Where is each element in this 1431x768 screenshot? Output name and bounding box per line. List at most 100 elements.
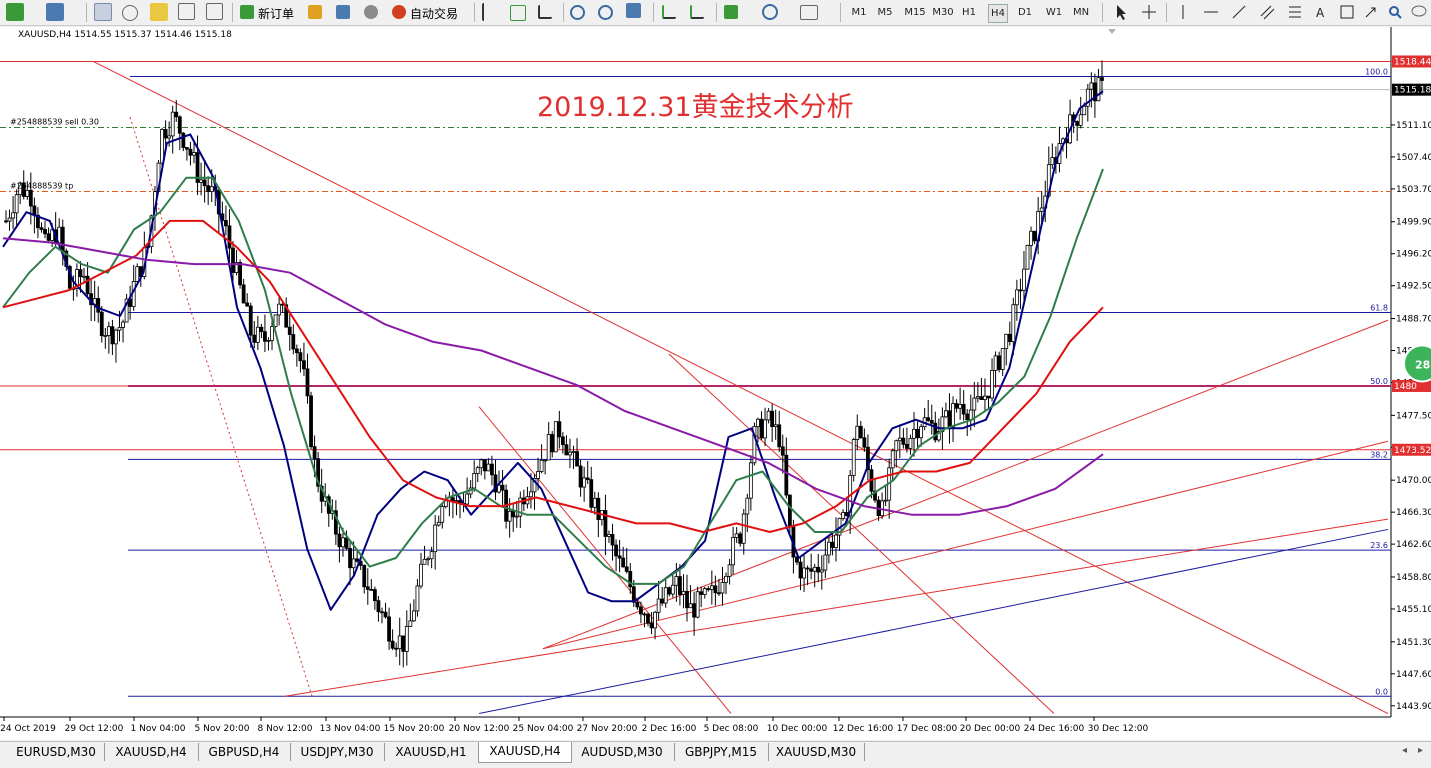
y-axis-label: 1511.10 bbox=[1396, 121, 1431, 131]
candle-body bbox=[270, 326, 274, 341]
chat-icon[interactable] bbox=[1410, 3, 1428, 21]
crosshair-move-icon[interactable] bbox=[122, 5, 138, 21]
metaeditor-icon[interactable] bbox=[336, 5, 350, 19]
new-chart-icon[interactable] bbox=[6, 3, 24, 21]
autoscroll-icon[interactable] bbox=[690, 5, 704, 19]
chart-tab-xauusd-h1[interactable]: XAUUSD,H1 bbox=[384, 743, 479, 761]
candle-body bbox=[429, 551, 434, 560]
chart-tab-usdjpy-m30[interactable]: USDJPY,M30 bbox=[290, 743, 385, 761]
candle-body bbox=[834, 534, 838, 548]
candle-body bbox=[514, 515, 519, 518]
profiles-icon[interactable] bbox=[46, 3, 64, 21]
vertical-line-icon[interactable] bbox=[1174, 3, 1192, 21]
text-tool-icon[interactable]: A bbox=[1312, 3, 1330, 21]
cursor-icon[interactable] bbox=[1112, 3, 1130, 21]
favorites-icon[interactable] bbox=[150, 3, 168, 21]
timeframe-mn-button[interactable]: MN bbox=[1072, 4, 1090, 21]
fib-level-label: 100.0 bbox=[1365, 68, 1388, 77]
candle-body bbox=[777, 424, 782, 448]
bar-chart-icon[interactable] bbox=[482, 3, 496, 21]
x-axis-label: 1 Nov 04:00 bbox=[131, 724, 186, 734]
candle-body bbox=[709, 585, 714, 590]
y-axis-label: 1507.40 bbox=[1396, 153, 1431, 163]
fibonacci-icon[interactable] bbox=[1286, 3, 1304, 21]
market-watch-icon[interactable] bbox=[94, 3, 112, 21]
candle-body bbox=[681, 590, 686, 595]
indicators-icon[interactable] bbox=[724, 5, 738, 19]
candle-body bbox=[607, 534, 611, 537]
candle-body bbox=[731, 537, 736, 566]
candle-body bbox=[1004, 333, 1009, 350]
auto-trade-button[interactable]: 自动交易 bbox=[410, 5, 458, 22]
candle-body bbox=[780, 446, 785, 456]
candle-body bbox=[621, 557, 626, 568]
candle-body bbox=[294, 348, 299, 354]
candle-body bbox=[589, 479, 594, 508]
expert-icon[interactable] bbox=[308, 5, 322, 19]
channel-icon[interactable] bbox=[1258, 3, 1276, 21]
candle-body bbox=[287, 326, 292, 335]
arrow-icon[interactable] bbox=[1362, 3, 1380, 21]
tab-scroll-left-icon[interactable]: ◂ bbox=[1402, 745, 1407, 756]
chart-tab-xauusd-h4[interactable]: XAUUSD,H4 bbox=[478, 742, 572, 763]
zoom-in-icon[interactable] bbox=[570, 5, 585, 20]
timeframe-m30-button[interactable]: M30 bbox=[932, 4, 954, 21]
candle-body bbox=[394, 647, 399, 650]
tab-scroll-right-icon[interactable]: ▸ bbox=[1418, 745, 1423, 756]
line-chart-icon[interactable] bbox=[538, 5, 552, 19]
candle-body bbox=[546, 434, 551, 461]
chart-tab-audusd-m30[interactable]: AUDUSD,M30 bbox=[570, 743, 675, 761]
candle-body bbox=[713, 585, 718, 594]
chart-tab-eurusd-m30[interactable]: EURUSD,M30 bbox=[8, 743, 105, 761]
candle-body bbox=[1018, 289, 1023, 292]
candle-body bbox=[4, 220, 8, 223]
timeframe-m15-button[interactable]: M15 bbox=[904, 4, 926, 21]
candle-body bbox=[897, 437, 902, 442]
timeframe-m5-button[interactable]: M5 bbox=[876, 4, 894, 21]
chart-tab-xauusd-m30[interactable]: XAUUSD,M30 bbox=[768, 743, 865, 761]
candle-body bbox=[915, 428, 920, 439]
timeframe-m1-button[interactable]: M1 bbox=[850, 4, 868, 21]
trendline-icon[interactable] bbox=[1230, 3, 1248, 21]
chart-tab-gbpusd-h4[interactable]: GBPUSD,H4 bbox=[198, 743, 291, 761]
timeframe-w1-button[interactable]: W1 bbox=[1045, 4, 1063, 21]
y-axis-label: 1447.60 bbox=[1396, 670, 1431, 680]
chart-tab-gbpjpy-m15[interactable]: GBPJPY,M15 bbox=[674, 743, 769, 761]
search-icon[interactable] bbox=[1386, 3, 1404, 21]
y-axis-label: 1470.00 bbox=[1396, 476, 1431, 486]
candlestick-icon[interactable] bbox=[510, 5, 526, 21]
toolbar-separator bbox=[716, 3, 717, 22]
templates-icon[interactable] bbox=[800, 5, 818, 20]
tester-icon[interactable] bbox=[206, 3, 223, 20]
auto-trade-icon[interactable] bbox=[392, 5, 406, 19]
price-chart[interactable]: 1511.10 1507.40 1503.70 1499.90 1496.20 1492.… bbox=[0, 27, 1431, 740]
tile-windows-icon[interactable] bbox=[626, 3, 641, 18]
x-axis-label: 29 Oct 12:00 bbox=[65, 724, 124, 734]
timeframe-h1-button[interactable]: H1 bbox=[961, 4, 977, 21]
navigator-icon[interactable] bbox=[178, 3, 195, 20]
periods-icon[interactable] bbox=[762, 4, 778, 20]
candle-body bbox=[472, 473, 477, 489]
timeframe-h4-button[interactable]: H4 bbox=[988, 4, 1008, 23]
chart-window[interactable]: 1511.10 1507.40 1503.70 1499.90 1496.20 1492.… bbox=[0, 27, 1431, 740]
zoom-out-icon[interactable] bbox=[598, 5, 613, 20]
x-axis-label: 25 Nov 04:00 bbox=[513, 724, 574, 734]
chart-tab-xauusd-h4[interactable]: XAUUSD,H4 bbox=[104, 743, 199, 761]
new-order-button[interactable]: 新订单 bbox=[258, 5, 294, 22]
candle-body bbox=[653, 611, 657, 629]
crosshair-icon[interactable] bbox=[1140, 3, 1158, 21]
new-order-icon[interactable] bbox=[240, 5, 254, 19]
candle-body bbox=[947, 410, 952, 428]
candle-body bbox=[43, 229, 47, 235]
text-label-icon[interactable] bbox=[1338, 3, 1356, 21]
signals-icon[interactable] bbox=[364, 5, 378, 19]
horizontal-line-icon[interactable] bbox=[1202, 3, 1220, 21]
timeframe-d1-button[interactable]: D1 bbox=[1017, 4, 1033, 21]
order-label: #254888539 sell 0.30 bbox=[10, 118, 99, 127]
candle-body bbox=[46, 233, 51, 241]
chart-shift-icon[interactable] bbox=[662, 5, 676, 19]
notification-bubble-label: 28 bbox=[1415, 358, 1430, 371]
candle-body bbox=[1075, 121, 1080, 126]
candle-body bbox=[227, 225, 232, 249]
toolbar-separator bbox=[1166, 3, 1167, 22]
